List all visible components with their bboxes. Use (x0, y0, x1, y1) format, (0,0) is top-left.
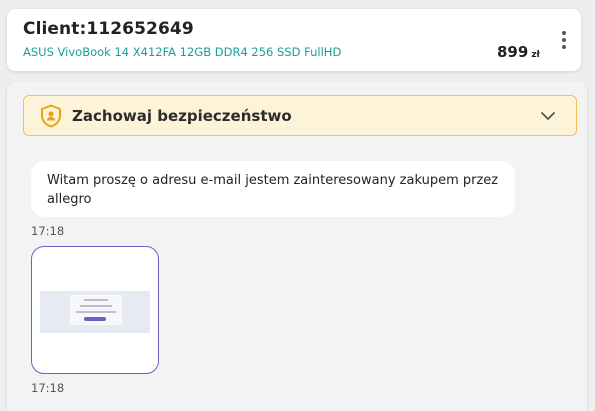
price-currency: zł (531, 50, 540, 60)
more-options-button[interactable] (555, 27, 573, 53)
shield-icon (41, 104, 61, 128)
client-title: Client:112652649 (23, 19, 194, 39)
product-link[interactable]: ASUS VivoBook 14 X412FA 12GB DDR4 256 SS… (23, 45, 341, 59)
chevron-down-icon[interactable] (540, 109, 556, 123)
attachment-preview-line (76, 311, 116, 313)
incoming-message-bubble: Witam proszę o adresu e-mail jestem zain… (31, 161, 515, 217)
safety-banner[interactable]: Zachowaj bezpieczeństwo (23, 95, 577, 136)
conversation-header: Client:112652649 ASUS VivoBook 14 X412FA… (7, 9, 581, 71)
attachment-preview-line (80, 305, 112, 307)
price-value: 899 (497, 43, 529, 61)
more-vertical-icon (562, 31, 566, 35)
chat-panel: Zachowaj bezpieczeństwo Witam proszę o a… (7, 82, 587, 411)
image-attachment[interactable] (31, 246, 159, 374)
more-vertical-icon-dot (562, 38, 566, 42)
message-text: Witam proszę o adresu e-mail jestem zain… (47, 173, 499, 207)
safety-banner-title: Zachowaj bezpieczeństwo (72, 107, 292, 125)
attachment-preview-button (84, 317, 106, 321)
product-price: 899 zł (497, 43, 540, 61)
message-timestamp: 17:18 (31, 381, 65, 395)
attachment-preview (40, 291, 150, 333)
more-vertical-icon-dot (562, 45, 566, 49)
attachment-preview-line (84, 299, 108, 301)
message-timestamp: 17:18 (31, 224, 65, 238)
